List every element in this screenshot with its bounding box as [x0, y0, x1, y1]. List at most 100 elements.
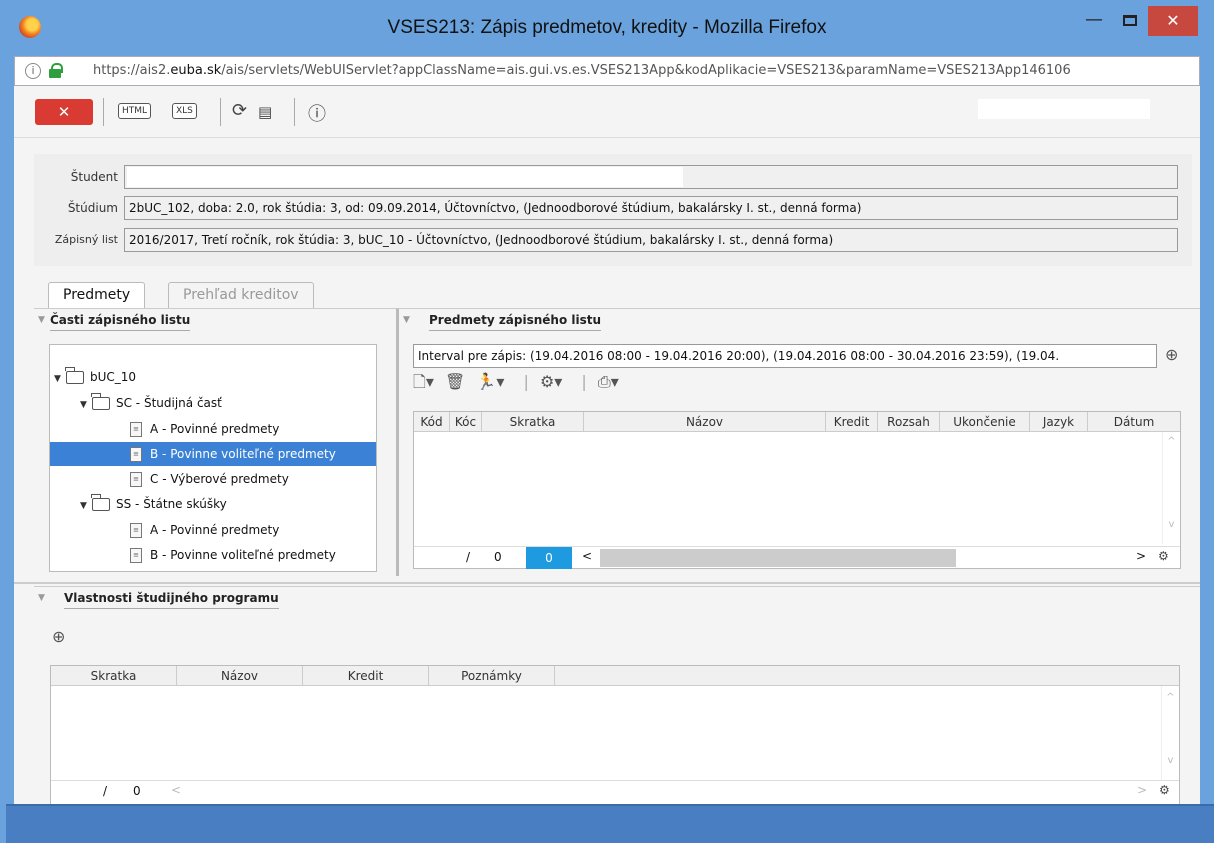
tree-node-sc-b[interactable]: ≡ B - Povinne voliteľné predmety [50, 442, 376, 466]
folder-icon [91, 494, 110, 511]
toolbar-separator [103, 98, 104, 126]
tree-node-sc[interactable]: ▼ SC - Študijná časť [50, 391, 376, 415]
toolbar-separator [294, 98, 295, 126]
col-poznamky[interactable]: Poznámky [429, 666, 555, 686]
tree-node-sc-a[interactable]: ≡ A - Povinné predmety [50, 417, 376, 441]
toolbar-separator: | [581, 372, 587, 391]
taskbar [6, 804, 1214, 843]
document-icon: ≡ [130, 447, 142, 462]
table-footer: / 0 < > ⚙ [51, 780, 1179, 802]
window-close-button[interactable]: ✕ [1148, 6, 1198, 36]
program-properties-panel: ▼ Vlastnosti študijného programu ⊕ Skrat… [34, 586, 1200, 805]
col-rozsah[interactable]: Rozsah [878, 412, 940, 432]
interval-field: Interval pre zápis: (19.04.2016 08:00 - … [413, 344, 1157, 368]
zoom-icon[interactable]: ⊕ [1165, 345, 1178, 364]
tab-prehlad-kreditov[interactable]: Prehľad kreditov [168, 282, 314, 308]
student-label: Študent [70, 170, 118, 184]
col-jazyk[interactable]: Jazyk [1030, 412, 1088, 432]
print-icon[interactable]: ⎙▾ [598, 372, 619, 391]
col-koc[interactable]: Kóc [450, 412, 482, 432]
tree-node-buc10[interactable]: ▼ bUC_10 [50, 365, 376, 389]
col-nazov[interactable]: Názov [584, 412, 826, 432]
horizontal-scrollbar[interactable] [600, 549, 956, 567]
tab-bar: Predmety Prehľad kreditov [14, 268, 1200, 308]
settings-gear-icon[interactable]: ⚙ [1159, 783, 1170, 797]
studium-label: Štúdium [67, 201, 118, 215]
tree-node-ss-b[interactable]: ≡ B - Povinne voliteľné predmety [50, 543, 376, 567]
scroll-left-icon[interactable]: < [171, 783, 181, 797]
settings-gear-icon[interactable]: ⚙ [1158, 549, 1169, 563]
row-count: 0 [494, 550, 502, 564]
maximize-button[interactable] [1115, 6, 1145, 34]
folder-icon [91, 393, 110, 410]
document-icon: ≡ [130, 472, 142, 487]
delete-icon[interactable]: 🗑 [445, 372, 465, 391]
scroll-left-icon[interactable]: < [582, 549, 592, 563]
col-ukoncenie[interactable]: Ukončenie [940, 412, 1030, 432]
col-skratka[interactable]: Skratka [51, 666, 177, 686]
tab-predmety[interactable]: Predmety [48, 282, 146, 308]
document-icon: ≡ [130, 422, 142, 437]
scroll-right-icon[interactable]: > [1136, 549, 1146, 563]
document-icon: ≡ [130, 523, 142, 538]
title-bar: VSES213: Zápis predmetov, kredity - Mozi… [0, 0, 1214, 56]
user-box [978, 99, 1150, 119]
col-nazov[interactable]: Názov [177, 666, 303, 686]
col-datum[interactable]: Dátum [1088, 412, 1180, 432]
zapisny-list-subjects-panel: ▼ Predmety zápisného listu Interval pre … [396, 308, 1200, 576]
info-circle-icon[interactable]: ⓘ [308, 100, 326, 126]
zoom-icon[interactable]: ⊕ [52, 627, 65, 646]
scroll-up-icon[interactable]: ^ [1162, 692, 1179, 703]
scroll-up-icon[interactable]: ^ [1163, 436, 1180, 447]
tools-icon[interactable]: ⚙▾ [540, 372, 562, 391]
scroll-down-icon[interactable]: v [1162, 755, 1179, 766]
tree-label: SS - Štátne skúšky [116, 497, 227, 511]
browser-window: VSES213: Zápis predmetov, kredity - Mozi… [0, 0, 1214, 843]
tree-node-ss[interactable]: ▼ SS - Štátne skúšky [50, 492, 376, 516]
lock-icon[interactable] [49, 63, 63, 78]
collapse-icon[interactable]: ▼ [38, 593, 45, 603]
tree-node-sc-c[interactable]: ≡ C - Výberové predmety [50, 467, 376, 491]
col-kredit[interactable]: Kredit [826, 412, 878, 432]
tree-label: bUC_10 [90, 370, 137, 384]
toolbar-separator: | [523, 372, 529, 391]
app-content: ✕ HTML XLS ⟳ ▤ ⓘ Študent Štúdium 2bUC_10… [14, 86, 1200, 805]
panel-title: Predmety zápisného listu [429, 313, 602, 331]
scroll-right-icon[interactable]: > [1137, 783, 1147, 797]
run-icon[interactable]: 🏃▾ [476, 372, 504, 391]
tree-label: B - Povinne voliteľné predmety [150, 548, 336, 562]
studium-field: 2bUC_102, doba: 2.0, rok štúdia: 3, od: … [124, 196, 1178, 220]
student-info: Študent Štúdium 2bUC_102, doba: 2.0, rok… [34, 154, 1192, 266]
footer-slash: / [466, 550, 471, 564]
col-kredit[interactable]: Kredit [303, 666, 429, 686]
col-skratka[interactable]: Skratka [482, 412, 584, 432]
export-html-button[interactable]: HTML [118, 103, 152, 119]
tree-icon[interactable]: ▤ [258, 103, 272, 121]
vertical-scrollbar[interactable]: ^ v [1162, 432, 1180, 544]
close-app-button[interactable]: ✕ [35, 99, 93, 125]
panel-title: Vlastnosti študijného programu [64, 591, 279, 609]
collapse-icon[interactable]: ▼ [38, 315, 45, 325]
url-text[interactable]: https://ais2.euba.sk/ais/servlets/WebUIS… [93, 63, 1071, 78]
refresh-icon[interactable]: ⟳ [232, 100, 247, 121]
student-value [127, 167, 683, 187]
export-xls-button[interactable]: XLS [172, 103, 197, 119]
add-document-icon[interactable]: 🗋▾ [413, 372, 434, 391]
tree-label: B - Povinne voliteľné predmety [150, 447, 336, 461]
minimize-button[interactable]: — [1079, 6, 1109, 34]
info-icon[interactable]: i [25, 63, 41, 79]
program-properties-table: Skratka Názov Kredit Poznámky ^ v / 0 < >… [50, 665, 1180, 805]
parts-tree: ▼ bUC_10 ▼ SC - Študijná časť ≡ A - Povinné… [49, 344, 377, 572]
footer-slash: / [103, 784, 108, 798]
scroll-down-icon[interactable]: v [1163, 519, 1180, 530]
collapse-icon[interactable]: ▼ [403, 315, 410, 325]
zapisny-field: 2016/2017, Tretí ročník, rok štúdia: 3, … [124, 228, 1178, 252]
url-bar[interactable]: i https://ais2.euba.sk/ais/servlets/WebU… [14, 56, 1200, 86]
tree-label: A - Povinné predmety [150, 422, 280, 436]
app-toolbar: ✕ HTML XLS ⟳ ▤ ⓘ [14, 86, 1200, 138]
tree-node-ss-a[interactable]: ≡ A - Povinné predmety [50, 518, 376, 542]
selected-count: 0 [526, 547, 572, 569]
toolbar-separator [220, 98, 221, 126]
col-kod[interactable]: Kód [414, 412, 450, 432]
vertical-scrollbar[interactable]: ^ v [1161, 686, 1179, 780]
